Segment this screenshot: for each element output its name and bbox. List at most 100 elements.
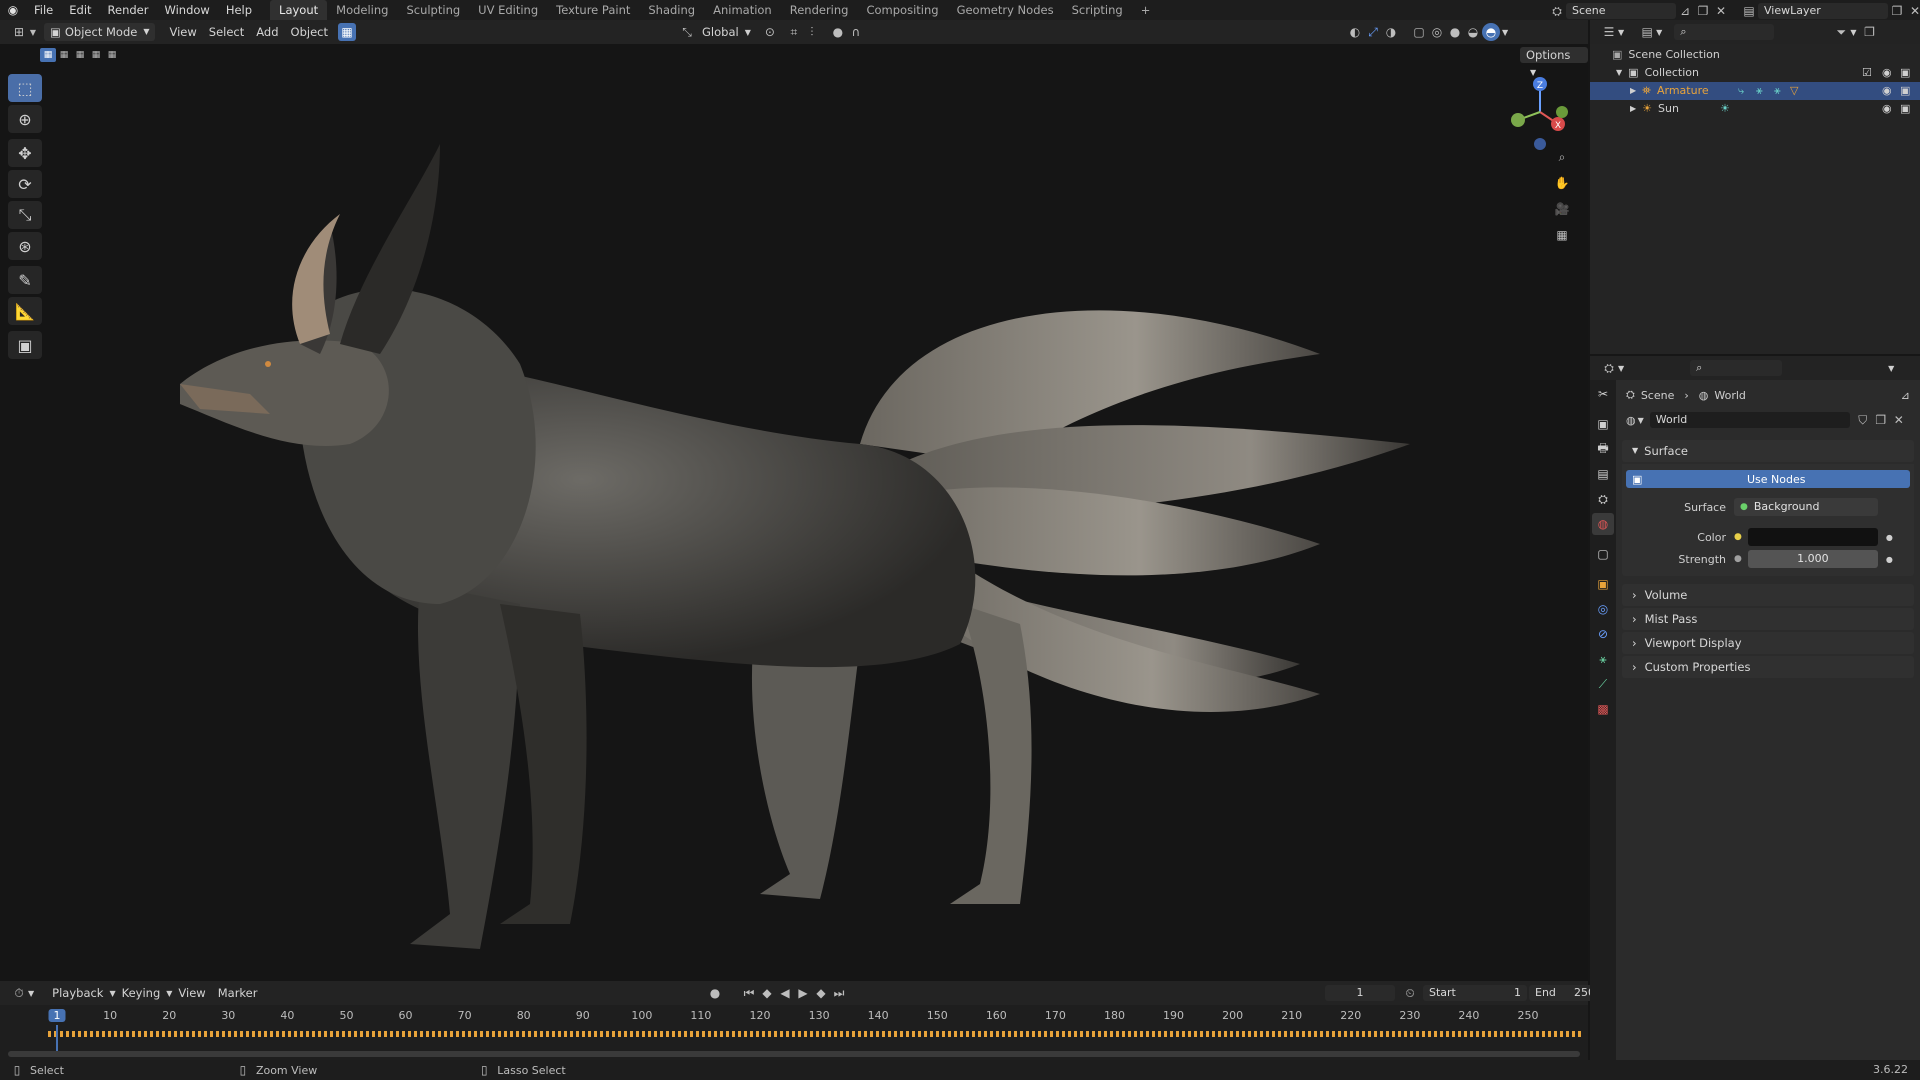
chevron-down-icon[interactable]: ▼: [1502, 28, 1508, 37]
rendered-shading-icon[interactable]: ◓: [1482, 23, 1500, 41]
overlay-icon[interactable]: ◑: [1382, 23, 1400, 41]
texture-tab-icon[interactable]: ▩: [1592, 698, 1614, 720]
panel-viewport-display[interactable]: › Viewport Display: [1622, 632, 1914, 654]
blender-logo-icon[interactable]: ◉: [4, 1, 22, 19]
timeline-area[interactable]: 1 10 20 30 40 50 60 70 80 90 100 110 120 130 140 150 160…: [0, 1005, 1588, 1060]
wireframe-shading-icon[interactable]: ◎: [1428, 23, 1446, 41]
frame-tick[interactable]: 120: [750, 1009, 771, 1022]
scene-tab-icon[interactable]: ⛭: [1592, 488, 1614, 510]
viewport-menu-select[interactable]: Select: [203, 23, 250, 41]
object-tab-icon[interactable]: ▣: [1592, 573, 1614, 595]
constraints-tab-icon[interactable]: ⊘: [1592, 623, 1614, 645]
transform-orientation[interactable]: ⤡ Global ▼ ⊙ ⌗ ⫶ ● ∩: [678, 23, 865, 41]
tab-shading[interactable]: Shading: [639, 0, 704, 20]
frame-tick[interactable]: 50: [339, 1009, 353, 1022]
viewlayer-selector[interactable]: ▤ ViewLayer ❐ ✕: [1740, 2, 1920, 20]
tab-compositing[interactable]: Compositing: [857, 0, 947, 20]
transform-icon[interactable]: ⊛: [8, 232, 42, 260]
solid-shading-icon[interactable]: ●: [1446, 23, 1464, 41]
tool-tab-icon[interactable]: ✂: [1592, 383, 1614, 405]
new-viewlayer-icon[interactable]: ❐: [1888, 2, 1906, 20]
eye-icon[interactable]: ◉: [1882, 64, 1892, 82]
bone-tab-icon[interactable]: ⟋: [1592, 673, 1614, 695]
tab-layout[interactable]: Layout: [270, 0, 328, 20]
toggle-header-icon[interactable]: ▦: [338, 23, 356, 41]
scene-name-field[interactable]: Scene: [1566, 3, 1676, 19]
tab-texture-paint[interactable]: Texture Paint: [547, 0, 639, 20]
prev-keyframe-icon[interactable]: ◆: [758, 984, 776, 1002]
new-scene-icon[interactable]: ❐: [1694, 2, 1712, 20]
viewlayer-name-field[interactable]: ViewLayer: [1758, 3, 1888, 19]
tab-rendering[interactable]: Rendering: [781, 0, 858, 20]
cursor-icon[interactable]: ⊕: [8, 105, 42, 133]
modifier-icon[interactable]: ⤷: [1738, 82, 1744, 100]
outliner-item-sun[interactable]: ▶ ☀ Sun ☀ ◉ ▣: [1590, 100, 1920, 118]
frame-tick[interactable]: 150: [927, 1009, 948, 1022]
color-swatch[interactable]: [1747, 528, 1878, 546]
record-icon[interactable]: ●: [706, 984, 724, 1002]
frame-tick[interactable]: 130: [809, 1009, 830, 1022]
render-tab-icon[interactable]: ▣: [1592, 413, 1614, 435]
pin-icon[interactable]: ⊿: [1901, 389, 1910, 402]
unlink-icon[interactable]: ✕: [1890, 411, 1908, 429]
tab-animation[interactable]: Animation: [704, 0, 781, 20]
eye-icon[interactable]: ◉: [1882, 82, 1892, 100]
proportional-edit-icon[interactable]: ●: [829, 23, 847, 41]
panel-mist-pass[interactable]: › Mist Pass: [1622, 608, 1914, 630]
snap-icon[interactable]: ⌗: [785, 23, 803, 41]
frame-tick[interactable]: 220: [1340, 1009, 1361, 1022]
strength-field[interactable]: 1.000: [1747, 550, 1878, 568]
next-keyframe-icon[interactable]: ◆: [812, 984, 830, 1002]
3d-viewport[interactable]: ▦ ▦ ▦ ▦ ▦ Options ▼ ⬚ ⊕ ✥ ⟳ ⤡ ⊛ ✎ 📐 ▣ Z …: [0, 44, 1588, 981]
timeline-menu-view[interactable]: View: [172, 984, 211, 1002]
mode-dropdown[interactable]: ▣ Object Mode ▼: [44, 23, 156, 41]
frame-tick[interactable]: 140: [868, 1009, 889, 1022]
mesh-data-icon[interactable]: ▽: [1790, 82, 1798, 100]
new-collection-icon[interactable]: ❐: [1860, 23, 1878, 41]
frame-tick[interactable]: 210: [1281, 1009, 1302, 1022]
display-mode-icon[interactable]: ▤: [1638, 23, 1656, 41]
timeline-menu-keying[interactable]: Keying ▼: [116, 984, 173, 1002]
view-layer-tab-icon[interactable]: ▤: [1592, 463, 1614, 485]
camera-icon[interactable]: 🎥: [1553, 200, 1571, 218]
frame-tick[interactable]: 10: [103, 1009, 117, 1022]
expand-arrow-icon[interactable]: ▼: [1616, 64, 1622, 82]
frame-tick[interactable]: 70: [458, 1009, 472, 1022]
perspective-grid-icon[interactable]: ▦: [1553, 226, 1571, 244]
move-icon[interactable]: ✥: [8, 139, 42, 167]
falloff-icon[interactable]: ∩: [847, 23, 865, 41]
pan-hand-icon[interactable]: ✋: [1553, 174, 1571, 192]
object-data-tab-icon[interactable]: ⚹: [1592, 648, 1614, 670]
eye-icon[interactable]: ◉: [1882, 100, 1892, 118]
viewport-menu-view[interactable]: View: [163, 23, 202, 41]
keyframe-dot-icon[interactable]: ●: [1886, 555, 1893, 564]
frame-tick[interactable]: 110: [690, 1009, 711, 1022]
duplicate-icon[interactable]: ❐: [1872, 411, 1890, 429]
frame-tick[interactable]: 240: [1458, 1009, 1479, 1022]
menu-help[interactable]: Help: [218, 0, 260, 20]
play-reverse-icon[interactable]: ◀: [776, 984, 794, 1002]
outliner-search[interactable]: ⌕: [1674, 24, 1775, 40]
measure-icon[interactable]: 📐: [8, 297, 42, 325]
bone-icon[interactable]: ⚹: [1774, 82, 1781, 100]
add-cube-icon[interactable]: ▣: [8, 331, 42, 359]
properties-search[interactable]: ⌕: [1690, 360, 1783, 376]
collection-tab-icon[interactable]: ▢: [1592, 543, 1614, 565]
frame-tick[interactable]: 20: [162, 1009, 176, 1022]
scene-selector[interactable]: ⛭ Scene ⊿ ❐ ✕: [1548, 2, 1730, 20]
timeline-editor-icon[interactable]: ⏱: [10, 984, 28, 1002]
timeline-menu-playback[interactable]: Playback ▼: [46, 984, 115, 1002]
tab-scripting[interactable]: Scripting: [1063, 0, 1132, 20]
timeline-menu-marker[interactable]: Marker: [212, 984, 264, 1002]
tab-sculpting[interactable]: Sculpting: [397, 0, 469, 20]
timeline-scrollbar[interactable]: [8, 1051, 1580, 1057]
frame-tick[interactable]: 100: [631, 1009, 652, 1022]
current-frame-indicator[interactable]: 1: [48, 1009, 66, 1022]
frame-tick[interactable]: 40: [280, 1009, 294, 1022]
frame-tick[interactable]: 200: [1222, 1009, 1243, 1022]
surface-shader-field[interactable]: ● Background: [1734, 498, 1878, 516]
close-scene-icon[interactable]: ✕: [1712, 2, 1730, 20]
world-tab-icon[interactable]: ◍: [1592, 513, 1614, 535]
xray-icon[interactable]: ▢: [1410, 23, 1428, 41]
outliner-editor-icon[interactable]: ☰: [1600, 23, 1618, 41]
